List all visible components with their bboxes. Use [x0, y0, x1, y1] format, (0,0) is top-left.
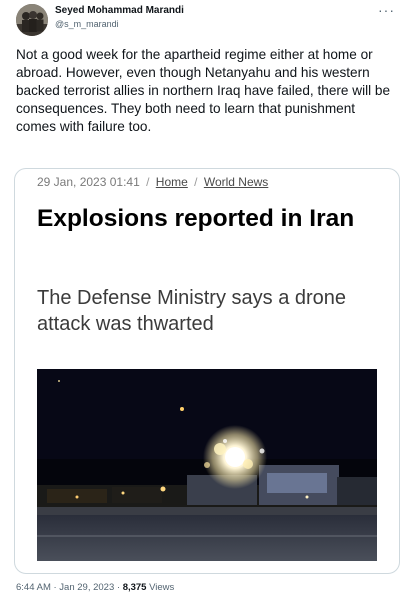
link-card[interactable]: 29 Jan, 2023 01:41 / Home / World News E…	[14, 168, 400, 574]
breadcrumb-section-link[interactable]: World News	[204, 175, 268, 189]
views-label: Views	[146, 582, 175, 593]
news-photo	[37, 369, 377, 561]
explosion-night-photo	[37, 369, 377, 561]
card-headline: Explosions reported in Iran	[37, 205, 355, 232]
tweet-text: Not a good week for the apartheid regime…	[16, 47, 391, 134]
more-icon[interactable]: ···	[378, 2, 395, 18]
author-name[interactable]: Seyed Mohammad Marandi	[55, 5, 184, 16]
avatar[interactable]	[16, 4, 48, 36]
breadcrumb-home-link[interactable]: Home	[156, 175, 188, 189]
card-timestamp: 29 Jan, 2023 01:41	[37, 175, 140, 189]
views-count: 8,375	[122, 582, 147, 593]
breadcrumb-separator: /	[146, 175, 150, 189]
card-meta: 29 Jan, 2023 01:41 / Home / World News	[37, 175, 268, 189]
breadcrumb-separator: /	[194, 175, 198, 189]
tweet-timestamp[interactable]: 6:44 AM · Jan 29, 2023 ·	[16, 582, 123, 593]
tweet-footer: 6:44 AM · Jan 29, 2023 · 8,375 Views	[16, 582, 174, 593]
tweet: Seyed Mohammad Marandi @s_m_marandi ··· …	[0, 0, 409, 600]
card-subheadline: The Defense Ministry says a drone attack…	[37, 287, 347, 335]
author-handle[interactable]: @s_m_marandi	[55, 19, 119, 29]
avatar-image	[16, 4, 48, 36]
